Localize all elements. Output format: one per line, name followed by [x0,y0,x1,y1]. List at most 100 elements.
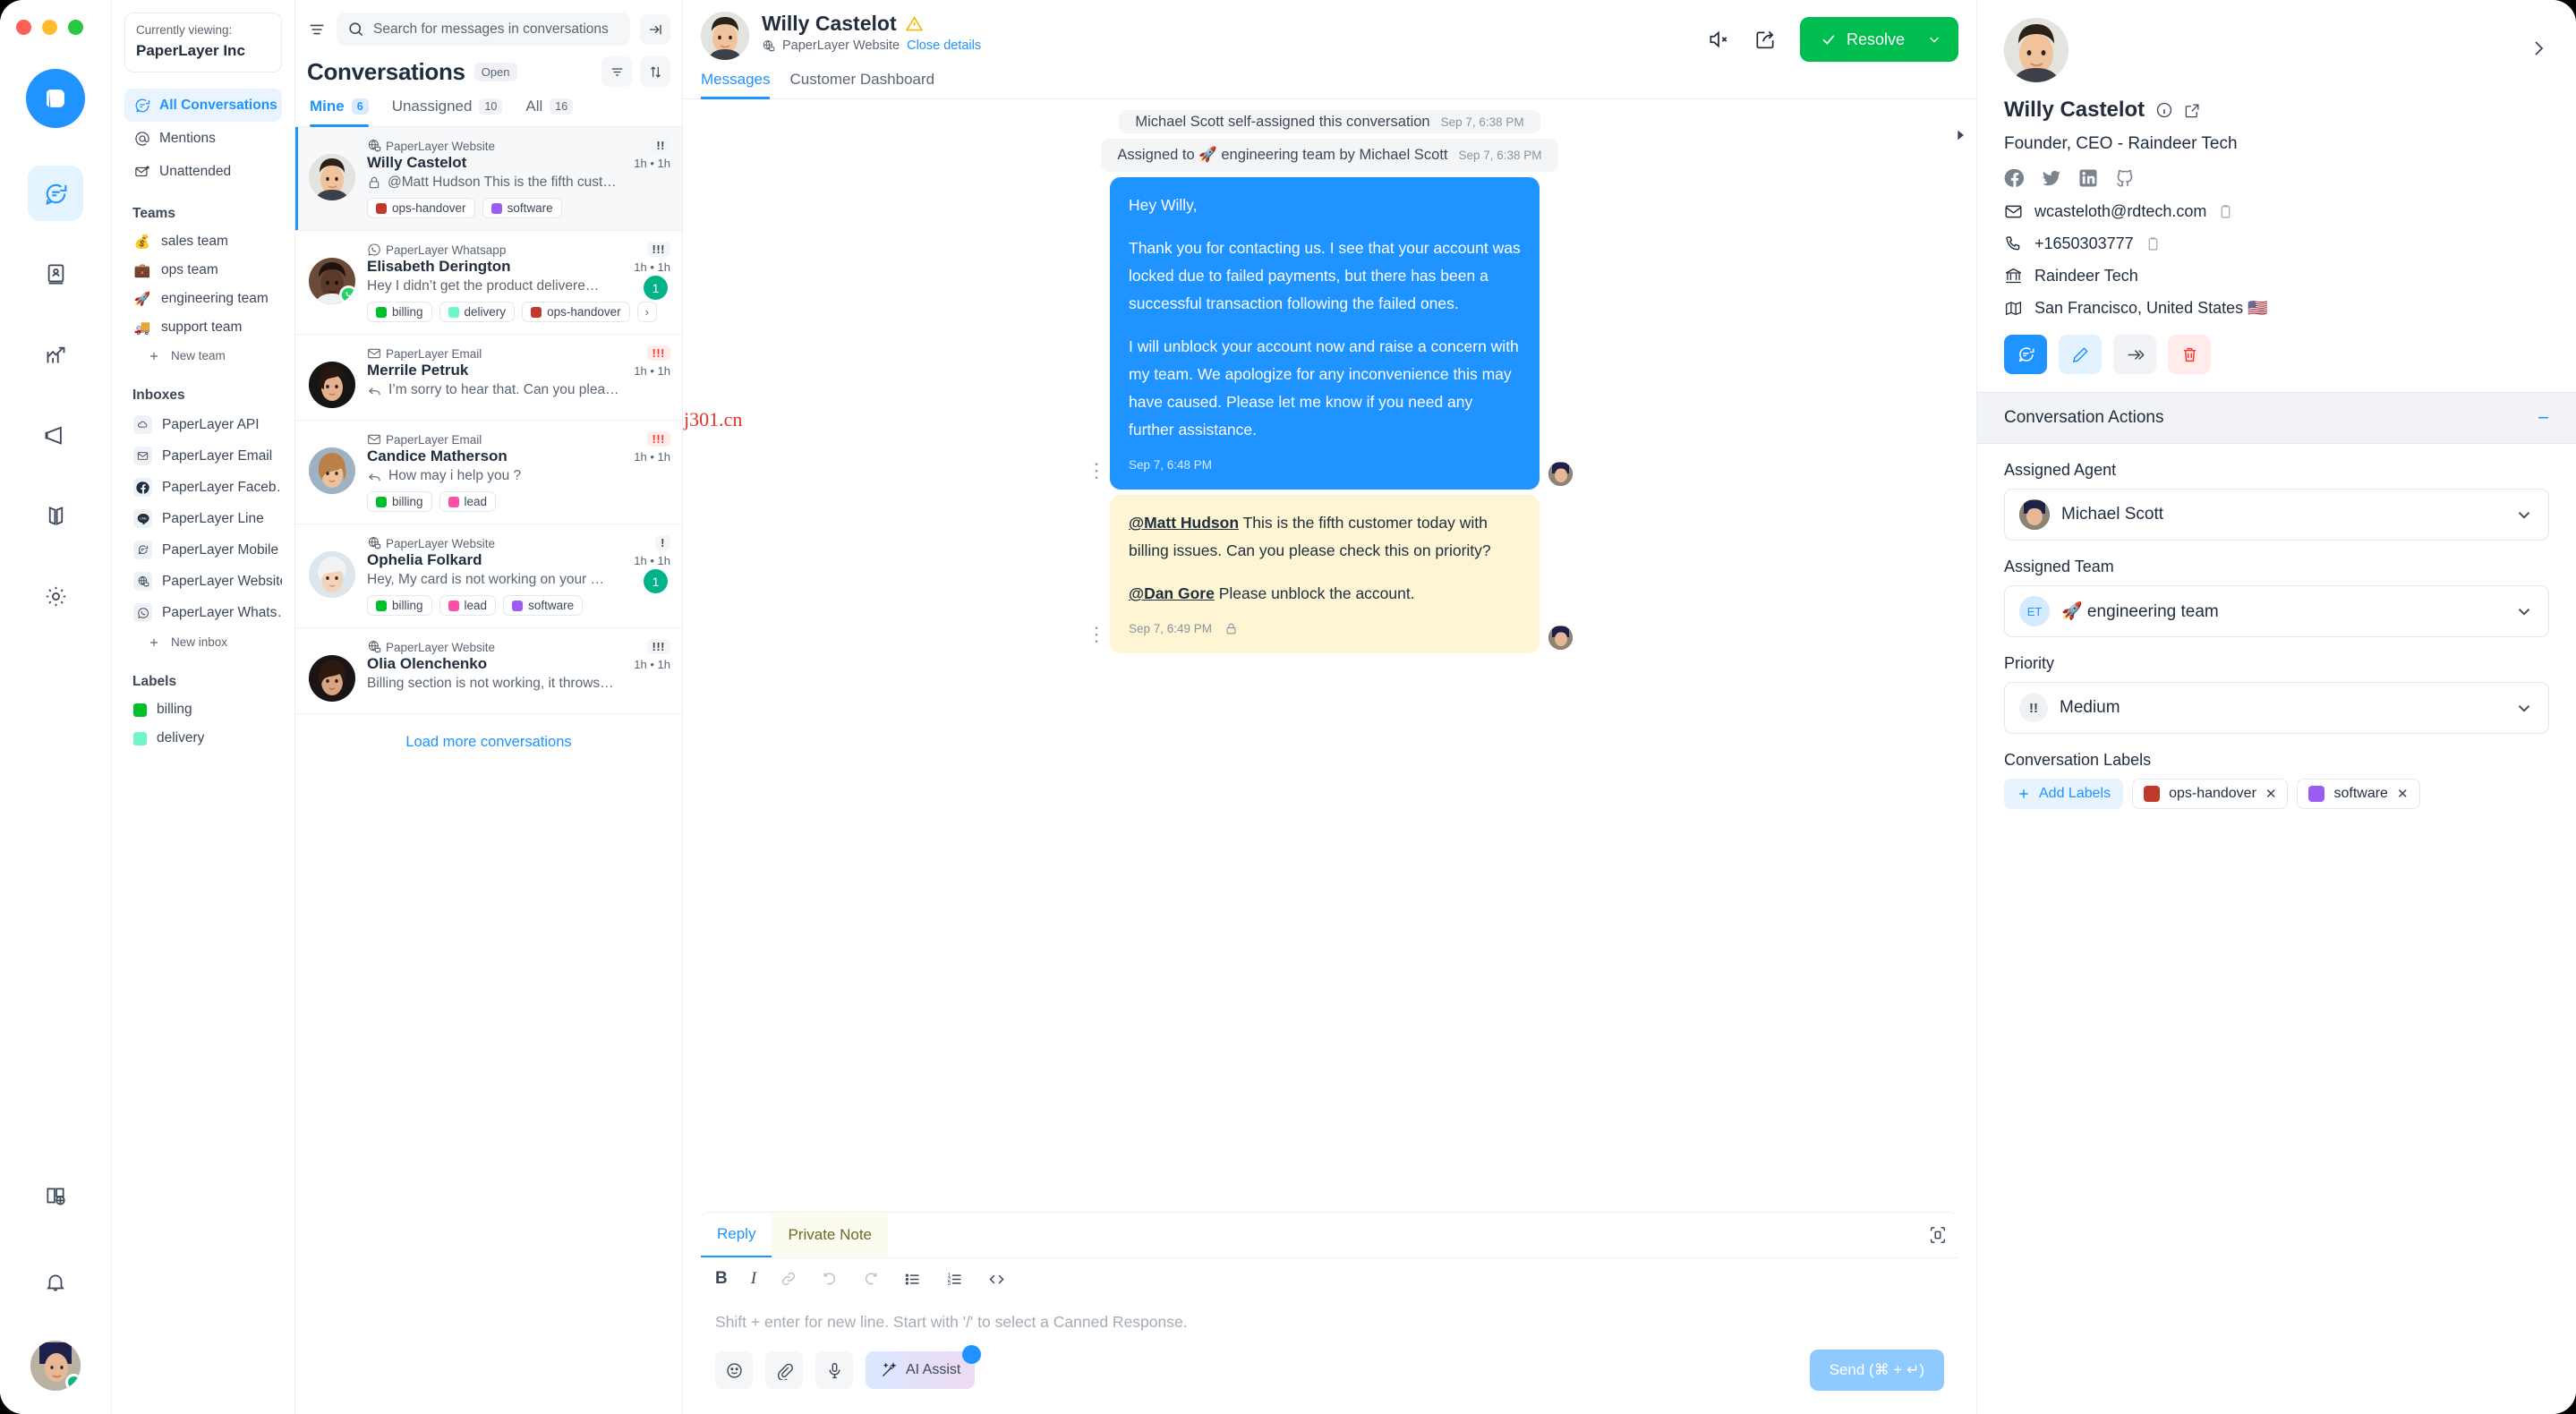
tab-reply[interactable]: Reply [701,1213,772,1257]
expand-editor-icon[interactable] [1928,1225,1958,1245]
conversation-list-item[interactable]: PaperLayer Email Candice Matherson 1h • 1h… [295,421,682,524]
search-box[interactable] [337,13,630,46]
attach-file-button[interactable] [765,1351,803,1389]
twitter-icon[interactable] [2041,167,2062,189]
load-more-conversations-button[interactable]: Load more conversations [295,714,682,771]
tab-unassigned[interactable]: Unassigned 10 [392,98,503,126]
search-input[interactable] [373,21,619,38]
resolve-button-main[interactable]: Resolve [1800,30,1923,49]
message-options-icon[interactable]: ⋮ [1087,461,1106,490]
remove-label-icon[interactable]: ✕ [2265,786,2277,802]
sidebar-team-engineering[interactable]: 🚀 engineering team [124,285,282,313]
conversation-label-chip[interactable]: lead [439,491,497,512]
conversation-list-item[interactable]: PaperLayer Website Willy Castelot 1h • 1h @… [295,127,682,231]
code-icon[interactable] [987,1270,1006,1289]
assigned-agent-select[interactable]: Michael Scott [2004,489,2549,541]
mention-dan-gore[interactable]: @Dan Gore [1129,584,1215,602]
merge-contact-button[interactable] [2113,335,2156,374]
scroll-right-icon[interactable] [1953,128,1967,142]
sidebar-inbox-line[interactable]: LINE PaperLayer Line [124,503,282,534]
sort-button[interactable] [640,56,670,87]
conversation-list-item[interactable]: PaperLayer Website Ophelia Folkard 1h • 1h… [295,524,682,628]
contact-phone[interactable]: +1650303777 [2034,234,2134,253]
sidebar-item-mentions[interactable]: Mentions [124,122,282,155]
conversation-label-chip[interactable]: ops-handover [367,198,475,218]
facebook-icon[interactable] [2004,167,2026,189]
tab-all[interactable]: All 16 [525,98,574,126]
ai-assist-button[interactable]: AI Assist [866,1345,982,1389]
sidebar-inbox-api[interactable]: PaperLayer API [124,409,282,440]
priority-select[interactable]: !! Medium [2004,682,2549,734]
rail-item-campaigns[interactable] [28,407,83,463]
menu-icon[interactable] [307,20,327,39]
new-team-button[interactable]: New team [124,342,282,370]
sidebar-label-delivery[interactable]: delivery [124,724,282,753]
bold-icon[interactable]: B [715,1269,728,1289]
copy-icon[interactable] [2218,204,2233,219]
bullet-list-icon[interactable] [903,1270,922,1289]
maximize-window-button[interactable] [68,20,83,35]
minimize-window-button[interactable] [42,20,57,35]
delete-contact-button[interactable] [2168,335,2211,374]
rail-item-reports[interactable] [28,327,83,382]
contact-email[interactable]: wcasteloth@rdtech.com [2034,202,2206,221]
reply-input[interactable]: Shift + enter for new line. Start with '… [701,1296,1958,1335]
tab-mine[interactable]: Mine 6 [310,98,369,127]
remove-label-icon[interactable]: ✕ [2397,786,2409,802]
close-details-link[interactable]: Close details [907,38,981,53]
conversation-label-chip[interactable]: lead [439,595,497,616]
rail-item-settings[interactable] [28,568,83,624]
conversation-label-chip[interactable]: software [503,595,584,616]
filter-button[interactable] [601,56,632,87]
current-user-avatar[interactable] [30,1341,81,1391]
conversation-label-chip[interactable]: ops-handover [522,302,630,322]
rail-item-contacts[interactable] [28,246,83,302]
new-conversation-button[interactable] [2004,335,2047,374]
tab-private-note[interactable]: Private Note [772,1214,889,1256]
collapse-panel-button[interactable] [640,13,670,45]
conversation-label-chip[interactable]: delivery [439,302,516,322]
rail-item-docs[interactable] [28,1169,83,1224]
label-chip-software[interactable]: software ✕ [2297,779,2420,809]
numbered-list-icon[interactable]: 123 [945,1270,964,1289]
github-icon[interactable] [2114,167,2136,189]
sidebar-team-ops[interactable]: 💼 ops team [124,256,282,285]
rail-item-conversations[interactable] [28,166,83,221]
sidebar-inbox-website[interactable]: PaperLayer Website [124,566,282,597]
sidebar-item-all-conversations[interactable]: All Conversations [124,89,282,122]
assigned-team-select[interactable]: ET 🚀 engineering team [2004,585,2549,637]
close-window-button[interactable] [16,20,31,35]
share-icon[interactable] [1753,28,1777,51]
conversation-list-item[interactable]: PaperLayer Whatsapp Elisabeth Derington 1h… [295,231,682,335]
external-link-icon[interactable] [2184,102,2201,119]
conversation-label-chip[interactable]: billing [367,595,432,616]
collapse-icon[interactable]: − [2538,406,2549,430]
sidebar-inbox-whatsapp[interactable]: PaperLayer Whats… [124,597,282,628]
emoji-picker-button[interactable] [715,1351,753,1389]
sidebar-label-billing[interactable]: billing [124,695,282,724]
send-button[interactable]: Send (⌘ + ↵) [1809,1350,1944,1391]
italic-icon[interactable]: I [751,1269,756,1289]
tab-messages[interactable]: Messages [701,71,771,99]
more-labels-button[interactable]: › [636,302,657,322]
resolve-button[interactable]: Resolve [1799,17,1958,62]
rail-item-help-center[interactable] [28,488,83,543]
sidebar-team-sales[interactable]: 💰 sales team [124,227,282,256]
mention-matt-hudson[interactable]: @Matt Hudson [1129,514,1239,532]
sidebar-team-support[interactable]: 🚚 support team [124,313,282,342]
conversation-list-item[interactable]: PaperLayer Website Olia Olenchenko 1h • 1h… [295,628,682,714]
chevron-right-icon[interactable] [2528,38,2549,59]
conversation-label-chip[interactable]: software [482,198,562,218]
resolve-dropdown-button[interactable] [1923,31,1958,47]
label-chip-ops-handover[interactable]: ops-handover ✕ [2132,779,2289,809]
link-icon[interactable] [780,1270,798,1288]
account-switcher[interactable]: Currently viewing: PaperLayer Inc [124,13,282,72]
info-icon[interactable] [2155,101,2173,119]
sidebar-inbox-email[interactable]: PaperLayer Email [124,440,282,472]
rail-item-notifications[interactable] [28,1255,83,1310]
linkedin-icon[interactable] [2077,167,2099,189]
copy-icon[interactable] [2145,236,2161,251]
voice-record-button[interactable] [815,1351,853,1389]
undo-icon[interactable] [821,1270,839,1288]
sidebar-inbox-mobile[interactable]: PaperLayer Mobile [124,534,282,566]
